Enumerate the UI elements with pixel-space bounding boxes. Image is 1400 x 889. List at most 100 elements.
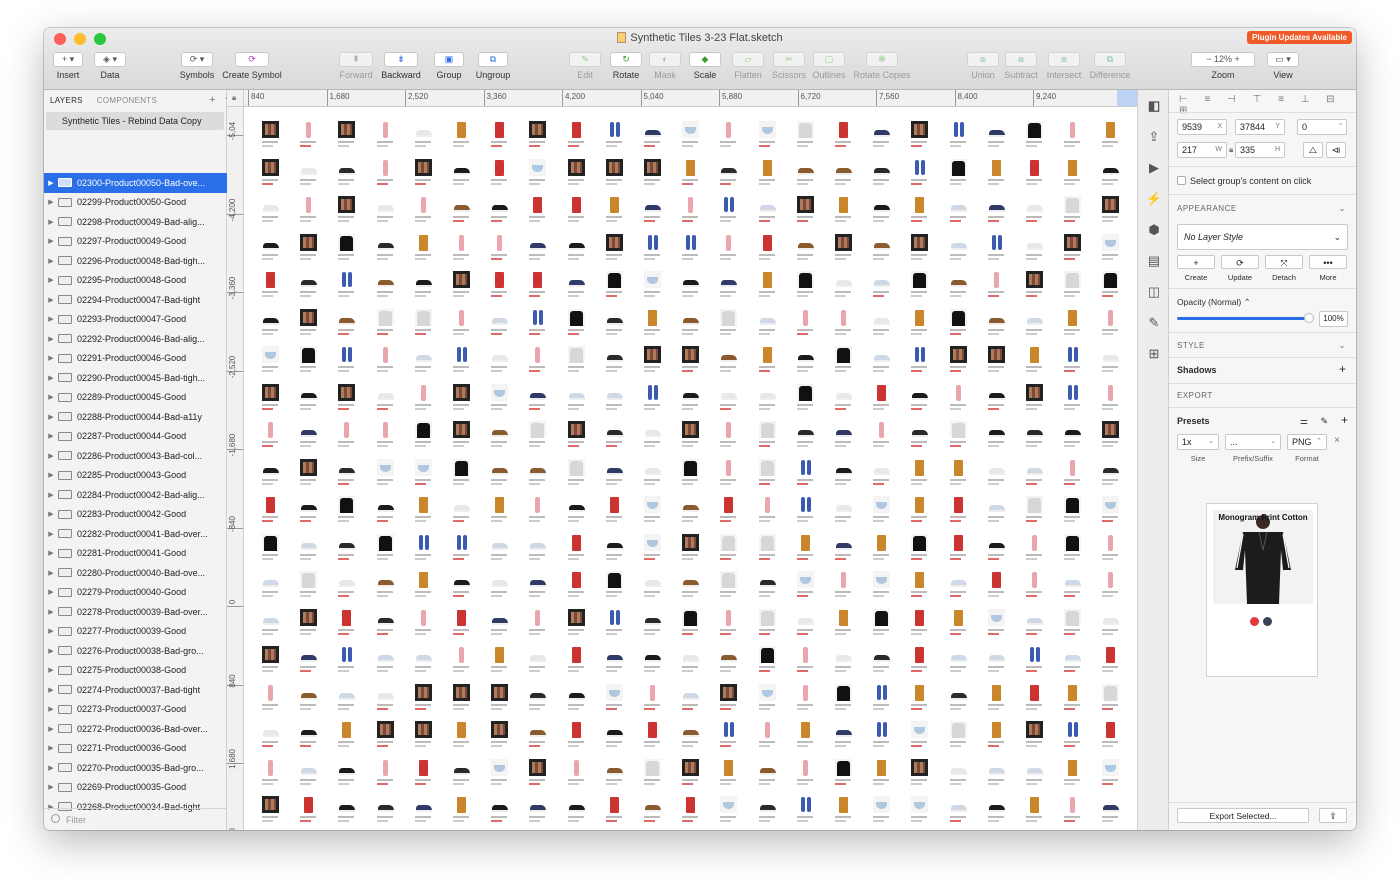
- export-format-select[interactable]: PNG ⌃: [1287, 434, 1327, 450]
- appearance-header[interactable]: APPEARANCE ⌄: [1169, 204, 1356, 213]
- layer-item[interactable]: ▶ 02270-Product00035-Bad-gro...: [44, 758, 227, 778]
- lock-ratio-icon[interactable]: 🔒︎: [1229, 145, 1233, 155]
- view-tool[interactable]: ▭ ▾ View: [1266, 52, 1300, 90]
- outlines-tool[interactable]: ▢ Outlines: [810, 52, 848, 90]
- layer-item[interactable]: ▶ 02271-Product00036-Good: [44, 739, 227, 759]
- layer-item[interactable]: ▶ 02290-Product00045-Bad-tigh...: [44, 368, 227, 388]
- horizontal-ruler[interactable]: 840 1,680 2,520 3,360 4,200 5,040 5,880 6,720 7,…: [244, 90, 1137, 107]
- style-header[interactable]: STYLE ⌄: [1169, 341, 1356, 350]
- disclosure-triangle-icon[interactable]: ▶: [44, 783, 58, 791]
- difference-tool[interactable]: ⧉ Difference: [1086, 52, 1134, 90]
- zoom-control[interactable]: − 12% + Zoom: [1190, 52, 1256, 90]
- disclosure-triangle-icon[interactable]: ▶: [44, 686, 58, 694]
- page-item[interactable]: Synthetic Tiles - Rebind Data Copy: [46, 112, 224, 130]
- layer-item[interactable]: ▶ 02284-Product00042-Bad-alig...: [44, 485, 227, 505]
- scissors-tool[interactable]: ✂ Scissors: [770, 52, 808, 90]
- scale-tool[interactable]: ◆ Scale: [688, 52, 722, 90]
- disclosure-triangle-icon[interactable]: ▶: [44, 393, 58, 401]
- artboard-canvas[interactable]: [244, 107, 1137, 830]
- share-export-button[interactable]: ⇪: [1319, 808, 1347, 823]
- flatten-tool[interactable]: ▱ Flatten: [728, 52, 768, 90]
- layer-item[interactable]: ▶ 02273-Product00037-Good: [44, 700, 227, 720]
- edit-tool[interactable]: ✎ Edit: [568, 52, 602, 90]
- layer-item[interactable]: ▶ 02283-Product00042-Good: [44, 505, 227, 525]
- group-tool[interactable]: ▣ Group: [433, 52, 465, 90]
- disclosure-triangle-icon[interactable]: ▶: [44, 647, 58, 655]
- disclosure-triangle-icon[interactable]: ▶: [44, 510, 58, 518]
- forward-tool[interactable]: ⇞ Forward: [338, 52, 374, 90]
- data-tool[interactable]: ◈ ▾ Data: [92, 52, 128, 90]
- paint-icon[interactable]: ✎: [1138, 307, 1170, 338]
- layer-item[interactable]: ▶ 02294-Product00047-Bad-tight: [44, 290, 227, 310]
- align-icon[interactable]: ◫: [1138, 276, 1170, 307]
- opacity-field[interactable]: 100%: [1319, 311, 1348, 327]
- layer-item[interactable]: ▶ 02296-Product00048-Bad-tigh...: [44, 251, 227, 271]
- layer-style-select[interactable]: No Layer Style ⌄: [1177, 224, 1348, 250]
- layer-item[interactable]: ▶ 02274-Product00037-Bad-tight: [44, 680, 227, 700]
- prototype-icon[interactable]: ⚡: [1138, 183, 1170, 214]
- layer-item[interactable]: ▶ 02269-Product00035-Good: [44, 778, 227, 798]
- height-field[interactable]: 335 H: [1235, 142, 1285, 158]
- flip-vertical-button[interactable]: ⧏: [1326, 142, 1346, 158]
- mask-tool[interactable]: ◐ Mask: [648, 52, 682, 90]
- sliders-icon[interactable]: ⚌: [1300, 416, 1308, 427]
- disclosure-triangle-icon[interactable]: ▶: [44, 705, 58, 713]
- layer-item[interactable]: ▶ 02285-Product00043-Good: [44, 466, 227, 486]
- add-export-icon[interactable]: +: [1341, 413, 1348, 427]
- disclosure-triangle-icon[interactable]: ▶: [44, 354, 58, 362]
- disclosure-triangle-icon[interactable]: ▶: [44, 413, 58, 421]
- tab-components[interactable]: COMPONENTS: [97, 96, 157, 105]
- disclosure-triangle-icon[interactable]: ▶: [44, 452, 58, 460]
- insert-tool[interactable]: + ▾ Insert: [52, 52, 84, 90]
- layer-item[interactable]: ▶ 02288-Product00044-Bad-a11y: [44, 407, 227, 427]
- disclosure-triangle-icon[interactable]: ▶: [44, 627, 58, 635]
- disclosure-triangle-icon[interactable]: ▶: [44, 608, 58, 616]
- x-field[interactable]: 9539 X: [1177, 119, 1227, 135]
- layer-item[interactable]: ▶ 02298-Product00049-Bad-alig...: [44, 212, 227, 232]
- layer-item[interactable]: ▶ 02287-Product00044-Good: [44, 427, 227, 447]
- disclosure-triangle-icon[interactable]: ▶: [44, 491, 58, 499]
- export-size-select[interactable]: 1x ⌄: [1177, 434, 1219, 450]
- layer-item[interactable]: ▶ 02280-Product00040-Bad-ove...: [44, 563, 227, 583]
- layer-item[interactable]: ▶ 02297-Product00049-Good: [44, 232, 227, 252]
- disclosure-triangle-icon[interactable]: ▶: [44, 666, 58, 674]
- layer-item[interactable]: ▶ 02272-Product00036-Bad-over...: [44, 719, 227, 739]
- width-field[interactable]: 217 W: [1177, 142, 1227, 158]
- subtract-tool[interactable]: ⧇ Subtract: [1000, 52, 1042, 90]
- disclosure-triangle-icon[interactable]: ▶: [44, 764, 58, 772]
- disclosure-triangle-icon[interactable]: ▶: [44, 569, 58, 577]
- disclosure-triangle-icon[interactable]: ▶: [44, 432, 58, 440]
- share-icon[interactable]: ⇪: [1138, 121, 1170, 152]
- alignment-row[interactable]: ⊢ ≡ ⊣ ⊤ ≡ ⊥ ⊟ ⊞: [1169, 94, 1356, 116]
- disclosure-triangle-icon[interactable]: ▶: [44, 218, 58, 226]
- zoom-stepper[interactable]: − 12% +: [1191, 52, 1255, 67]
- disclosure-triangle-icon[interactable]: ▶: [44, 471, 58, 479]
- disclosure-triangle-icon[interactable]: ▶: [44, 335, 58, 343]
- rotate-tool[interactable]: ↻ Rotate: [608, 52, 644, 90]
- disclosure-triangle-icon[interactable]: ▶: [44, 725, 58, 733]
- disclosure-triangle-icon[interactable]: ▶: [44, 374, 58, 382]
- update-style-button[interactable]: ⟳: [1221, 255, 1259, 269]
- rotation-field[interactable]: 0 °: [1297, 119, 1347, 135]
- disclosure-triangle-icon[interactable]: ▶: [44, 237, 58, 245]
- layer-item[interactable]: ▶ 02292-Product00046-Bad-alig...: [44, 329, 227, 349]
- y-field[interactable]: 37844 Y: [1235, 119, 1285, 135]
- disclosure-triangle-icon[interactable]: ▶: [44, 276, 58, 284]
- vertical-ruler[interactable]: -5,04 -4,200 -3,360 -2,520 -1,680 -840 0 840 1,6…: [227, 107, 244, 830]
- layer-item[interactable]: ▶ 02299-Product00050-Good: [44, 193, 227, 213]
- image-icon[interactable]: ⊞: [1138, 338, 1170, 369]
- disclosure-triangle-icon[interactable]: ▶: [44, 549, 58, 557]
- layer-item[interactable]: ▶ 02279-Product00040-Good: [44, 583, 227, 603]
- preview-icon[interactable]: ▶: [1138, 152, 1170, 183]
- create-style-button[interactable]: +: [1177, 255, 1215, 269]
- intersect-tool[interactable]: ⧆ Intersect: [1044, 52, 1084, 90]
- select-group-checkbox[interactable]: [1177, 176, 1186, 185]
- layer-item[interactable]: ▶ 02276-Product00038-Bad-gro...: [44, 641, 227, 661]
- disclosure-triangle-icon[interactable]: ▶: [44, 530, 58, 538]
- disclosure-triangle-icon[interactable]: ▶: [44, 179, 58, 187]
- select-group-row[interactable]: Select group's content on click: [1169, 176, 1356, 186]
- layer-item[interactable]: ▶ 02282-Product00041-Bad-over...: [44, 524, 227, 544]
- layer-item[interactable]: ▶ 02289-Product00045-Good: [44, 388, 227, 408]
- disclosure-triangle-icon[interactable]: ▶: [44, 315, 58, 323]
- disclosure-triangle-icon[interactable]: ▶: [44, 588, 58, 596]
